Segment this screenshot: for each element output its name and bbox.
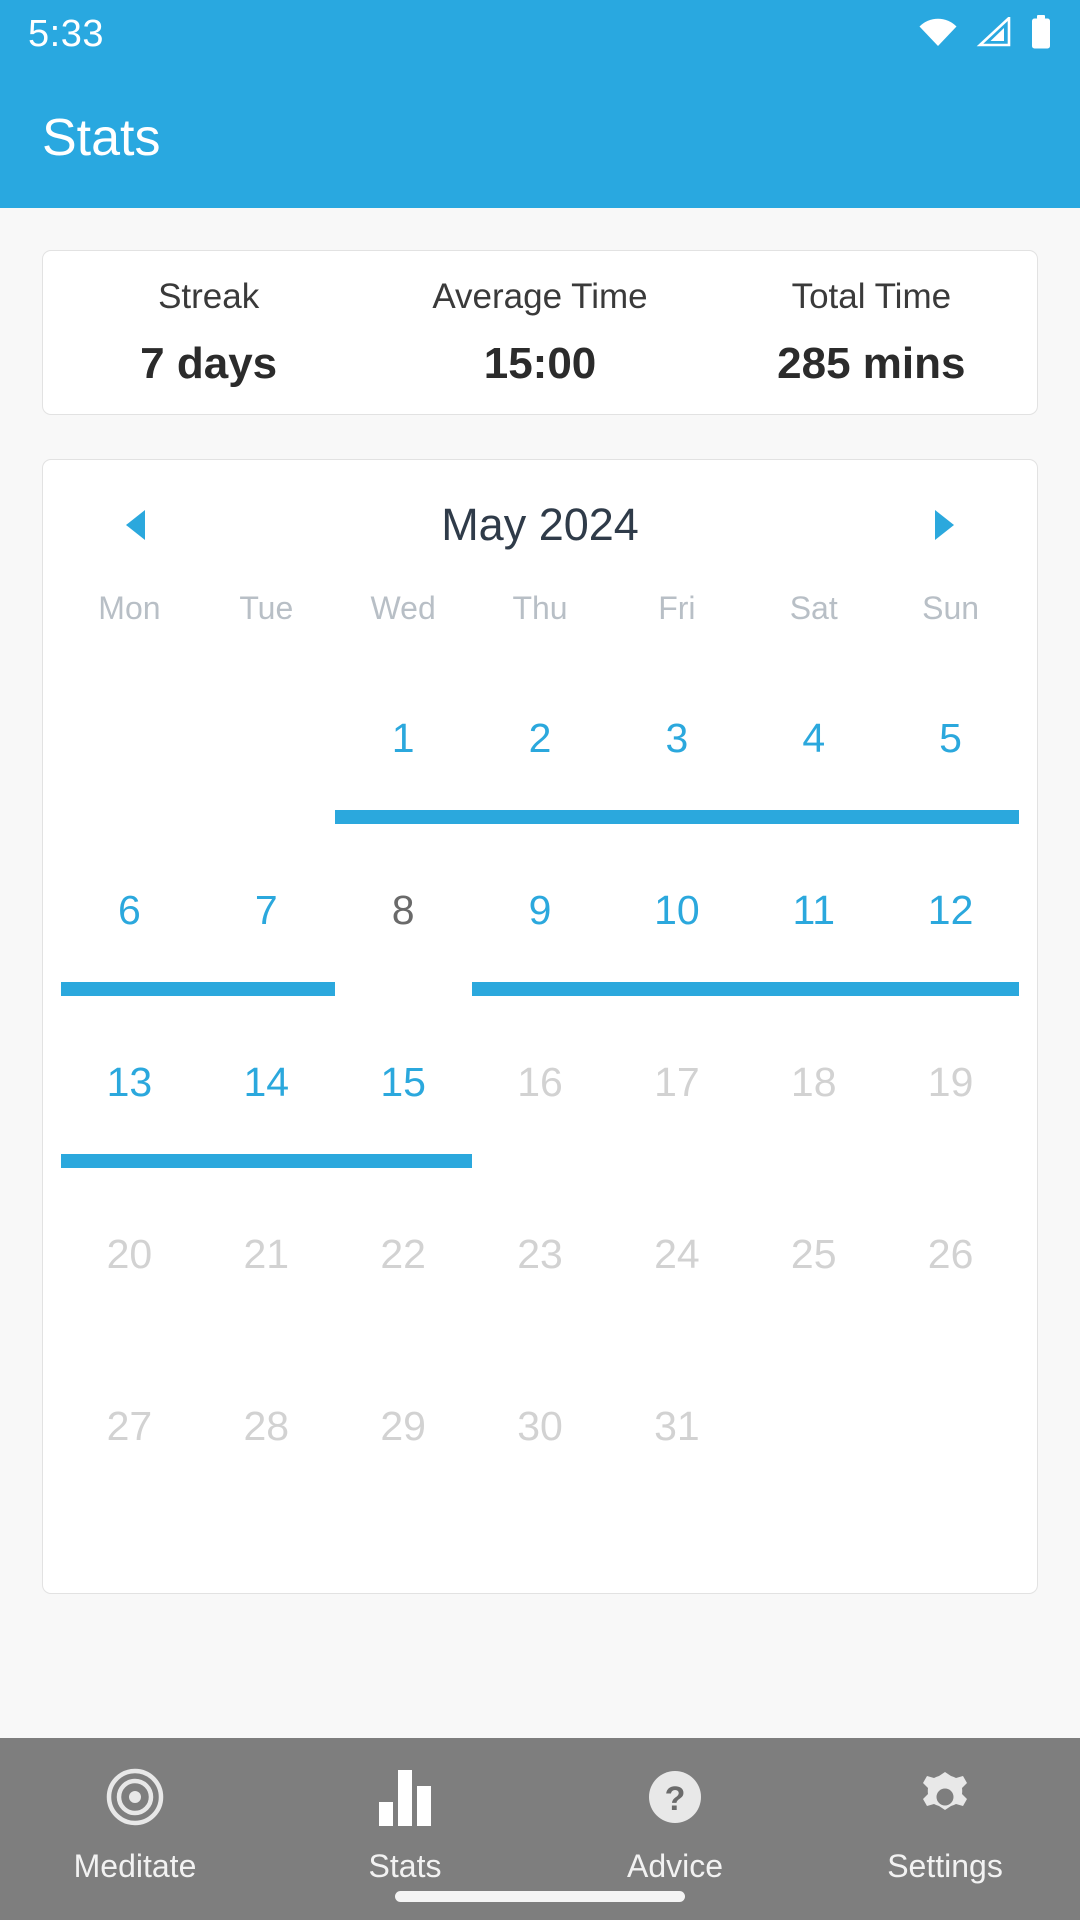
gear-icon xyxy=(916,1766,974,1828)
weekday-label: Sat xyxy=(789,590,838,626)
prev-month-arrow[interactable] xyxy=(123,508,149,542)
calendar-day[interactable]: 25 xyxy=(745,1234,882,1275)
calendar-day[interactable]: 11 xyxy=(745,890,882,931)
calendar-week-row: 13 14 15 16 17 18 19 xyxy=(61,1032,1019,1204)
session-bar-track xyxy=(61,810,1019,824)
session-bar-track xyxy=(61,1154,1019,1168)
wifi-icon xyxy=(918,17,958,52)
stat-label: Streak xyxy=(158,276,260,316)
calendar-day[interactable]: 14 xyxy=(198,1062,335,1103)
stat-value: 15:00 xyxy=(483,338,597,388)
calendar-day[interactable]: 30 xyxy=(472,1406,609,1447)
calendar-day[interactable]: 22 xyxy=(335,1234,472,1275)
nav-item-settings[interactable]: Settings xyxy=(810,1738,1080,1885)
nav-item-label: Settings xyxy=(887,1848,1003,1884)
weekday-label: Tue xyxy=(239,590,294,626)
nav-item-label: Stats xyxy=(368,1848,442,1884)
calendar-grid: 1 2 3 4 5 6 7 8 9 10 11 12 13 14 15 16 17 18 19 20 21 22 23 24 2… xyxy=(43,688,1037,1548)
session-bar-track xyxy=(61,1326,1019,1340)
calendar-day[interactable]: 31 xyxy=(608,1406,745,1447)
calendar-day[interactable]: 17 xyxy=(608,1062,745,1103)
weekday-label: Fri xyxy=(658,590,696,626)
calendar-day[interactable]: 28 xyxy=(198,1406,335,1447)
nav-item-stats[interactable]: Stats xyxy=(270,1738,540,1885)
calendar-day[interactable]: 10 xyxy=(608,890,745,931)
stat-label: Total Time xyxy=(791,276,952,316)
stat-label: Average Time xyxy=(432,276,648,316)
nav-item-meditate[interactable]: Meditate xyxy=(0,1738,270,1885)
calendar-day[interactable]: 18 xyxy=(745,1062,882,1103)
calendar-day[interactable]: 2 xyxy=(472,718,609,759)
calendar-day[interactable]: 9 xyxy=(472,890,609,931)
calendar-day[interactable]: 1 xyxy=(335,718,472,759)
status-bar: 5:33 xyxy=(0,0,1080,68)
calendar-day[interactable]: 29 xyxy=(335,1406,472,1447)
calendar-day[interactable]: 3 xyxy=(608,718,745,759)
calendar-week-days: 12345 xyxy=(61,688,1019,808)
stat-cell: Average Time 15:00 xyxy=(374,251,705,414)
session-bar-track xyxy=(61,982,1019,996)
calendar-day[interactable]: 15 xyxy=(335,1062,472,1103)
session-bar xyxy=(61,1154,472,1168)
meditate-target-icon xyxy=(106,1766,164,1828)
calendar-day[interactable]: 5 xyxy=(882,718,1019,759)
session-bar xyxy=(61,982,335,996)
svg-text:?: ? xyxy=(665,1780,686,1818)
calendar-day[interactable]: 21 xyxy=(198,1234,335,1275)
calendar-day[interactable]: 8 xyxy=(335,890,472,931)
calendar-month-title: May 2024 xyxy=(441,499,639,550)
weekday-label: Wed xyxy=(370,590,436,626)
calendar-day[interactable]: 16 xyxy=(472,1062,609,1103)
bar-chart-icon xyxy=(377,1766,433,1828)
calendar-day[interactable]: 26 xyxy=(882,1234,1019,1275)
calendar-week-row: 12345 xyxy=(61,688,1019,860)
calendar-week-days: 6 7 8 9 10 11 12 xyxy=(61,860,1019,980)
nav-item-label: Advice xyxy=(626,1848,724,1884)
calendar-day[interactable]: 24 xyxy=(608,1234,745,1275)
stats-summary-card: Streak 7 days Average Time 15:00 Total Time 2… xyxy=(42,250,1038,415)
weekday-label: Thu xyxy=(512,590,568,626)
home-indicator xyxy=(395,1891,685,1902)
app-screen: 5:33 Stats Streak 7 days Average Time 15… xyxy=(0,0,1080,1920)
status-icon-group xyxy=(918,14,1052,54)
calendar-week-row: 6 7 8 9 10 11 12 xyxy=(61,860,1019,1032)
stat-value: 7 days xyxy=(140,338,278,388)
battery-icon xyxy=(1030,14,1052,54)
calendar-day[interactable]: 4 xyxy=(745,718,882,759)
stat-value: 285 mins xyxy=(777,338,966,388)
calendar-day[interactable]: 6 xyxy=(61,890,198,931)
nav-item-label: Meditate xyxy=(73,1848,197,1884)
nav-item-advice[interactable]: ? Advice xyxy=(540,1738,810,1885)
calendar-day[interactable]: 23 xyxy=(472,1234,609,1275)
stat-cell: Streak 7 days xyxy=(43,251,374,414)
calendar-week-days: 13 14 15 16 17 18 19 xyxy=(61,1032,1019,1152)
calendar-header: May 2024 xyxy=(43,460,1037,590)
calendar-week-row: 27 28 29 30 31 xyxy=(61,1376,1019,1548)
calendar-day[interactable]: 20 xyxy=(61,1234,198,1275)
session-bar xyxy=(334,810,1019,824)
session-bar-track xyxy=(61,1498,1019,1512)
app-bar: Stats xyxy=(0,68,1080,208)
session-bar xyxy=(471,982,1019,996)
cellular-signal-icon xyxy=(976,14,1012,52)
calendar-week-days: 20 21 22 23 24 25 26 xyxy=(61,1204,1019,1324)
page-title: Stats xyxy=(42,109,161,167)
calendar-day[interactable]: 13 xyxy=(61,1062,198,1103)
calendar-weekday-header: Mon Tue Wed Thu Fri Sat Sun xyxy=(43,590,1037,660)
calendar-day[interactable]: 19 xyxy=(882,1062,1019,1103)
calendar-week-row: 20 21 22 23 24 25 26 xyxy=(61,1204,1019,1376)
calendar-week-days: 27 28 29 30 31 xyxy=(61,1376,1019,1496)
weekday-label: Mon xyxy=(98,590,161,626)
stat-cell: Total Time 285 mins xyxy=(706,251,1037,414)
status-clock: 5:33 xyxy=(28,12,104,55)
calendar-day[interactable]: 12 xyxy=(882,890,1019,931)
calendar-card: May 2024 Mon Tue Wed Thu Fri Sat Sun 123456789… xyxy=(42,459,1038,1594)
next-month-arrow[interactable] xyxy=(931,508,957,542)
calendar-day[interactable]: 7 xyxy=(198,890,335,931)
calendar-day[interactable]: 27 xyxy=(61,1406,198,1447)
question-circle-icon: ? xyxy=(646,1766,704,1828)
weekday-label: Sun xyxy=(922,590,980,626)
